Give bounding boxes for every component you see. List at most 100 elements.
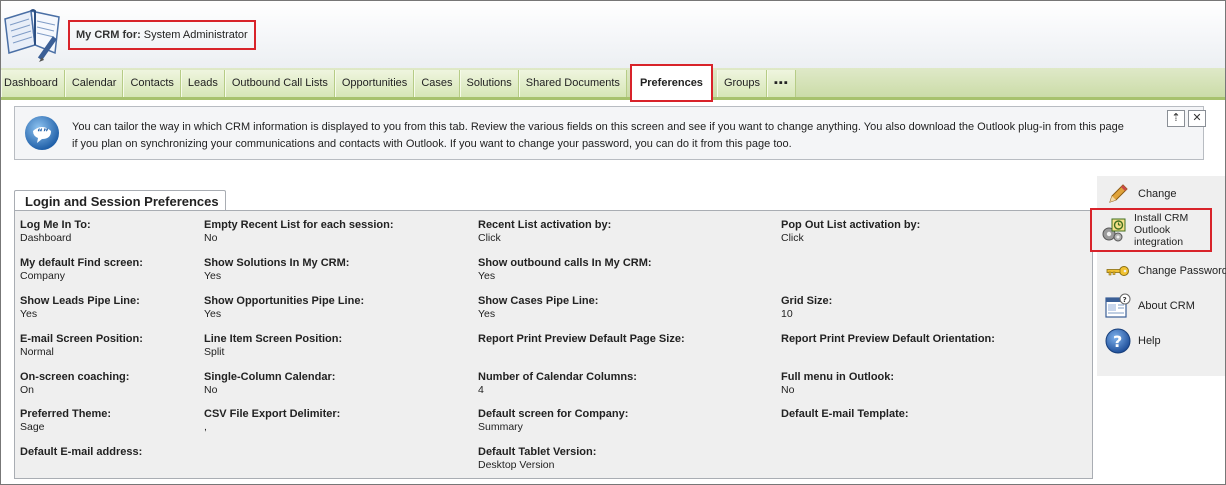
install-label-line2: Outlook xyxy=(1134,224,1171,236)
field-value: Split xyxy=(204,346,225,358)
field-single-column-calendar: Single-Column Calendar: No xyxy=(204,371,335,396)
tab-preferences[interactable]: Preferences xyxy=(629,64,713,102)
install-label-line3: integration xyxy=(1134,236,1184,248)
user-name: System Administrator xyxy=(143,29,248,41)
field-label: E-mail Screen Position: xyxy=(20,333,143,345)
install-label-line1: Install CRM xyxy=(1134,212,1189,224)
field-full-menu-outlook: Full menu in Outlook: No xyxy=(781,371,894,396)
field-value: Yes xyxy=(478,308,496,320)
key-icon xyxy=(1106,266,1129,276)
info-text: You can tailor the way in which CRM info… xyxy=(72,119,1132,153)
field-csv-delimiter: CSV File Export Delimiter: , xyxy=(204,408,340,433)
field-show-opportunities-pipe-line: Show Opportunities Pipe Line: Yes xyxy=(204,295,364,320)
field-label: Show outbound calls In My CRM: xyxy=(478,257,652,269)
field-label: Report Print Preview Default Page Size: xyxy=(478,333,685,345)
tab-contacts[interactable]: Contacts xyxy=(123,70,181,97)
field-default-tablet-version: Default Tablet Version: Desktop Version xyxy=(478,446,596,471)
collapse-icon[interactable]: ⇡ xyxy=(1167,110,1185,127)
tab-outbound-call-lists[interactable]: Outbound Call Lists xyxy=(224,70,335,97)
field-label: Full menu in Outlook: xyxy=(781,371,895,383)
change-password-button[interactable]: Change Password xyxy=(1105,258,1226,284)
crm-title-box: My CRM for: System Administrator xyxy=(68,20,256,50)
field-onscreen-coaching: On-screen coaching: On xyxy=(20,371,129,396)
help-icon: ? xyxy=(1105,328,1131,354)
field-value: Desktop Version xyxy=(478,459,555,471)
field-value: Summary xyxy=(478,421,523,433)
tab-opportunities[interactable]: Opportunities xyxy=(334,70,415,97)
svg-text:“”: “” xyxy=(37,128,49,138)
field-label: Show Opportunities Pipe Line: xyxy=(204,295,365,307)
help-button[interactable]: ? Help xyxy=(1105,328,1161,354)
field-value: Sage xyxy=(20,421,45,433)
field-label: Report Print Preview Default Orientation… xyxy=(781,333,995,345)
field-label: Single-Column Calendar: xyxy=(204,371,336,383)
field-log-me-in-to: Log Me In To: Dashboard xyxy=(20,219,91,244)
field-value: No xyxy=(781,384,795,396)
field-label: Default E-mail address: xyxy=(20,446,143,458)
tab-more[interactable]: ▪▪▪ xyxy=(767,70,796,97)
field-value: No xyxy=(204,232,218,244)
title-label: My CRM for: xyxy=(76,29,141,41)
field-label: Log Me In To: xyxy=(20,219,91,231)
tab-shared-documents[interactable]: Shared Documents xyxy=(518,70,627,97)
field-default-screen-company: Default screen for Company: Summary xyxy=(478,408,628,433)
field-label: My default Find screen: xyxy=(20,257,143,269)
tab-calendar[interactable]: Calendar xyxy=(64,70,124,97)
field-recent-list-activation: Recent List activation by: Click xyxy=(478,219,611,244)
svg-text:?: ? xyxy=(1113,332,1122,351)
info-box: “” You can tailor the way in which CRM i… xyxy=(14,106,1206,160)
field-label: Show Leads Pipe Line: xyxy=(20,295,140,307)
field-label: On-screen coaching: xyxy=(20,371,130,383)
tab-groups[interactable]: Groups xyxy=(716,70,768,97)
crm-logo-icon xyxy=(4,9,60,62)
field-show-leads-pipe-line: Show Leads Pipe Line: Yes xyxy=(20,295,140,320)
tab-cases[interactable]: Cases xyxy=(414,70,460,97)
field-pop-out-list-activation: Pop Out List activation by: Click xyxy=(781,219,920,244)
field-preferred-theme: Preferred Theme: Sage xyxy=(20,408,111,433)
field-label: CSV File Export Delimiter: xyxy=(204,408,341,420)
field-show-solutions: Show Solutions In My CRM: Yes xyxy=(204,257,349,282)
info-line-2: if you plan on synchronizing your commun… xyxy=(72,138,792,150)
about-crm-button[interactable]: ? About CRM xyxy=(1105,293,1195,319)
field-default-find-screen: My default Find screen: Company xyxy=(20,257,143,282)
field-value: , xyxy=(204,421,207,433)
field-value: On xyxy=(20,384,35,396)
field-report-orientation: Report Print Preview Default Orientation… xyxy=(781,333,995,346)
field-value: Company xyxy=(20,270,65,282)
field-value: Normal xyxy=(20,346,54,358)
field-label: Preferred Theme: xyxy=(20,408,112,420)
install-outlook-integration-button[interactable]: Install CRM Outlook integration xyxy=(1090,208,1212,252)
about-crm-label: About CRM xyxy=(1138,300,1195,312)
field-label: Default screen for Company: xyxy=(478,408,629,420)
field-label: Number of Calendar Columns: xyxy=(478,371,637,383)
header: My CRM for: System Administrator xyxy=(1,1,1225,68)
field-label: Line Item Screen Position: xyxy=(204,333,343,345)
change-label: Change xyxy=(1138,188,1177,200)
tab-dashboard[interactable]: Dashboard xyxy=(1,70,65,97)
field-grid-size: Grid Size: 10 xyxy=(781,295,832,320)
field-number-calendar-columns: Number of Calendar Columns: 4 xyxy=(478,371,637,396)
main-tab-bar: Dashboard Calendar Contacts Leads Outbou… xyxy=(1,64,1225,102)
change-password-label: Change Password xyxy=(1138,265,1226,277)
field-label: Recent List activation by: xyxy=(478,219,612,231)
change-button[interactable]: Change xyxy=(1105,181,1177,207)
about-window-icon: ? xyxy=(1105,293,1131,318)
field-value: Yes xyxy=(204,270,222,282)
tab-preferences-label: Preferences xyxy=(634,70,708,97)
field-label: Grid Size: xyxy=(781,295,833,307)
tab-solutions[interactable]: Solutions xyxy=(459,70,519,97)
info-line-1: You can tailor the way in which CRM info… xyxy=(72,121,1124,133)
field-default-email-template: Default E-mail Template: xyxy=(781,408,909,421)
field-default-email-address: Default E-mail address: xyxy=(20,446,142,459)
tab-leads[interactable]: Leads xyxy=(180,70,225,97)
field-value: Yes xyxy=(478,270,496,282)
pencil-icon xyxy=(1109,184,1128,203)
close-icon[interactable]: ✕ xyxy=(1188,110,1206,127)
field-value: No xyxy=(204,384,218,396)
field-label: Show Solutions In My CRM: xyxy=(204,257,350,269)
field-line-item-screen-position: Line Item Screen Position: Split xyxy=(204,333,342,358)
field-email-screen-position: E-mail Screen Position: Normal xyxy=(20,333,143,358)
field-value: Yes xyxy=(20,308,38,320)
field-empty-recent-list: Empty Recent List for each session: No xyxy=(204,219,394,244)
field-label: Pop Out List activation by: xyxy=(781,219,921,231)
